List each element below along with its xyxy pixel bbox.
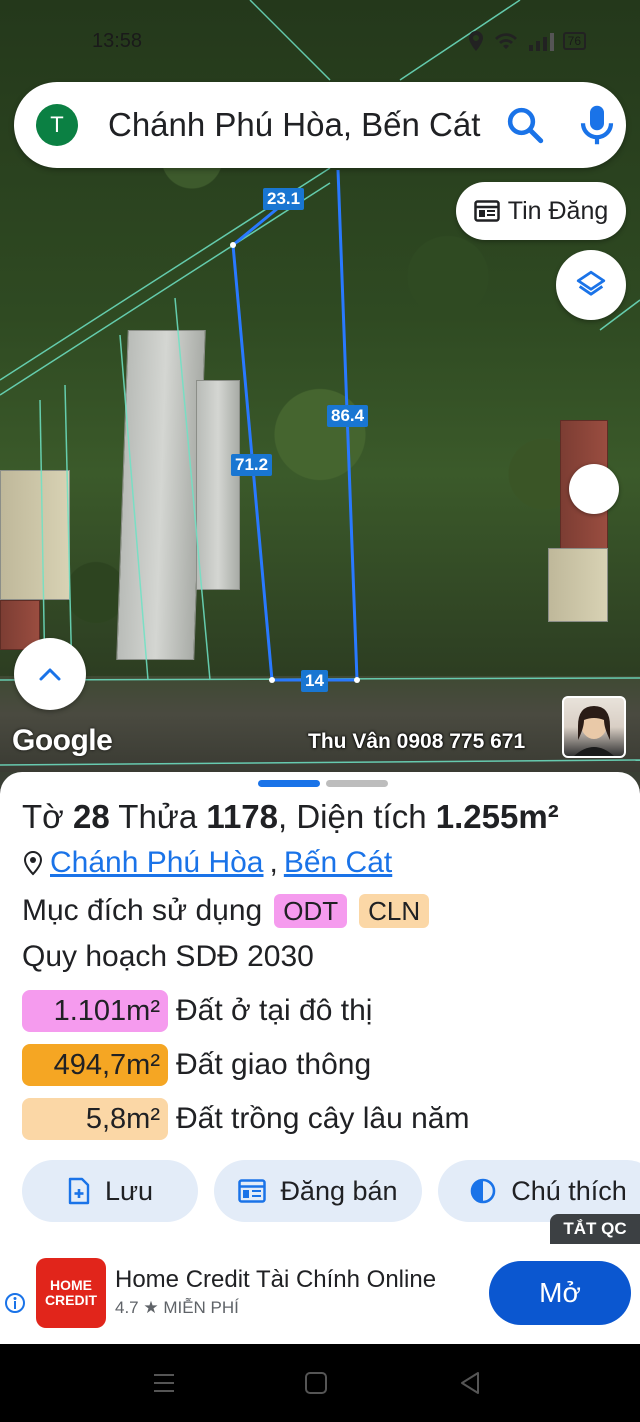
wifi-icon (494, 33, 517, 49)
location-pin-icon (23, 850, 43, 876)
search-bar[interactable]: T Chánh Phú Hòa, Bến Cát (14, 82, 626, 168)
agent-photo[interactable] (562, 696, 626, 758)
sheet-number: 28 (72, 798, 110, 835)
parcel-location: Chánh Phú Hòa, Bến Cát (22, 846, 392, 880)
sheet-page-indicator[interactable] (258, 780, 388, 787)
chevron-up-icon (39, 668, 61, 681)
purpose-tag-cln: CLN (359, 894, 430, 928)
page-indicator-active (258, 780, 320, 787)
dimension-label-left: 71.2 (231, 454, 273, 476)
area-value: 1.255m² (435, 798, 559, 835)
planning-title: Quy hoạch SDĐ 2030 (22, 940, 314, 973)
save-button[interactable]: Lưu (22, 1160, 198, 1222)
post-for-sale-label: Đăng bán (280, 1175, 398, 1206)
layers-button[interactable] (556, 250, 626, 320)
back-icon[interactable] (456, 1370, 484, 1396)
contrast-icon (470, 1178, 496, 1204)
search-icon[interactable] (504, 104, 546, 146)
sheet-label: Tờ (22, 798, 64, 835)
search-input[interactable]: Chánh Phú Hòa, Bến Cát (108, 104, 498, 146)
legend-button-label: Chú thích (511, 1175, 627, 1206)
planning-area-label: Đất ở tại đô thị (176, 994, 373, 1027)
account-avatar[interactable]: T (36, 104, 78, 146)
planning-row: 494,7m² Đất giao thông (22, 1044, 371, 1086)
district-link[interactable]: Bến Cát (284, 846, 392, 880)
location-icon (468, 31, 483, 51)
add-document-icon (68, 1177, 90, 1205)
listings-chip-button[interactable]: Tin Đăng (456, 182, 626, 240)
microphone-icon[interactable] (576, 102, 618, 148)
map-drag-handle[interactable] (569, 464, 619, 514)
google-logo: Google (12, 724, 113, 757)
planning-area-label: Đất trồng cây lâu năm (176, 1102, 470, 1135)
page-indicator-inactive (326, 780, 388, 787)
dimension-label-top: 23.1 (263, 188, 305, 210)
parcel-info-sheet[interactable]: Tờ 28 Thửa 1178, Diện tích 1.255m² Chánh… (0, 772, 640, 1244)
agent-portrait-image (574, 706, 614, 756)
planning-row: 5,8m² Đất trồng cây lâu năm (22, 1098, 469, 1140)
legend-button[interactable]: Chú thích (438, 1160, 640, 1222)
listing-icon (473, 200, 500, 222)
info-icon[interactable] (4, 1292, 26, 1314)
plot-label: Thửa (118, 798, 198, 835)
save-button-label: Lưu (104, 1175, 154, 1206)
signal-icon (528, 33, 554, 51)
contact-watermark: Thu Vân 0908 775 671 (308, 730, 526, 753)
recent-apps-icon[interactable] (150, 1370, 178, 1396)
planning-row: 1.101m² Đất ở tại đô thị (22, 990, 372, 1032)
status-bar: 13:58 76 (0, 28, 640, 58)
dimension-label-right: 86.4 (327, 405, 369, 427)
plot-number: 1178 (206, 798, 279, 835)
system-navigation-bar (0, 1344, 640, 1422)
ad-banner[interactable]: HOME CREDIT Home Credit Tài Chính Online… (0, 1244, 640, 1344)
planning-area-value: 5,8m² (22, 1098, 168, 1140)
planning-area-label: Đất giao thông (176, 1048, 372, 1081)
planning-area-value: 1.101m² (22, 990, 168, 1032)
status-time: 13:58 (92, 30, 143, 52)
disable-ads-button[interactable]: TẮT QC (550, 1214, 640, 1244)
planning-area-value: 494,7m² (22, 1044, 168, 1086)
ad-open-button[interactable]: Mở (489, 1261, 631, 1325)
commune-link[interactable]: Chánh Phú Hòa (50, 846, 264, 880)
layers-icon (576, 270, 606, 296)
expand-sheet-button[interactable] (14, 638, 86, 710)
land-use-purpose: Mục đích sử dụng ODT CLN (22, 894, 430, 928)
area-label: , Diện tích (278, 798, 427, 835)
purpose-tag-odt: ODT (274, 894, 348, 928)
location-separator: , (269, 846, 278, 879)
listings-chip-label: Tin Đăng (507, 196, 609, 225)
home-icon[interactable] (302, 1370, 330, 1396)
battery-icon: 76 (562, 32, 586, 50)
parcel-title: Tờ 28 Thửa 1178, Diện tích 1.255m² (22, 798, 559, 836)
dimension-label-bottom: 14 (301, 670, 328, 692)
listing-icon (238, 1179, 267, 1203)
post-for-sale-button[interactable]: Đăng bán (214, 1160, 422, 1222)
satellite-map[interactable]: 23.1 86.4 71.2 14 13:58 76 T Chánh Phú H… (0, 0, 640, 790)
ad-title: Home Credit Tài Chính Online (115, 1266, 437, 1293)
purpose-label: Mục đích sử dụng (22, 894, 263, 927)
home-credit-logo: HOME CREDIT (36, 1258, 106, 1328)
ad-rating: 4.7 ★ MIỄN PHÍ (115, 1298, 239, 1317)
